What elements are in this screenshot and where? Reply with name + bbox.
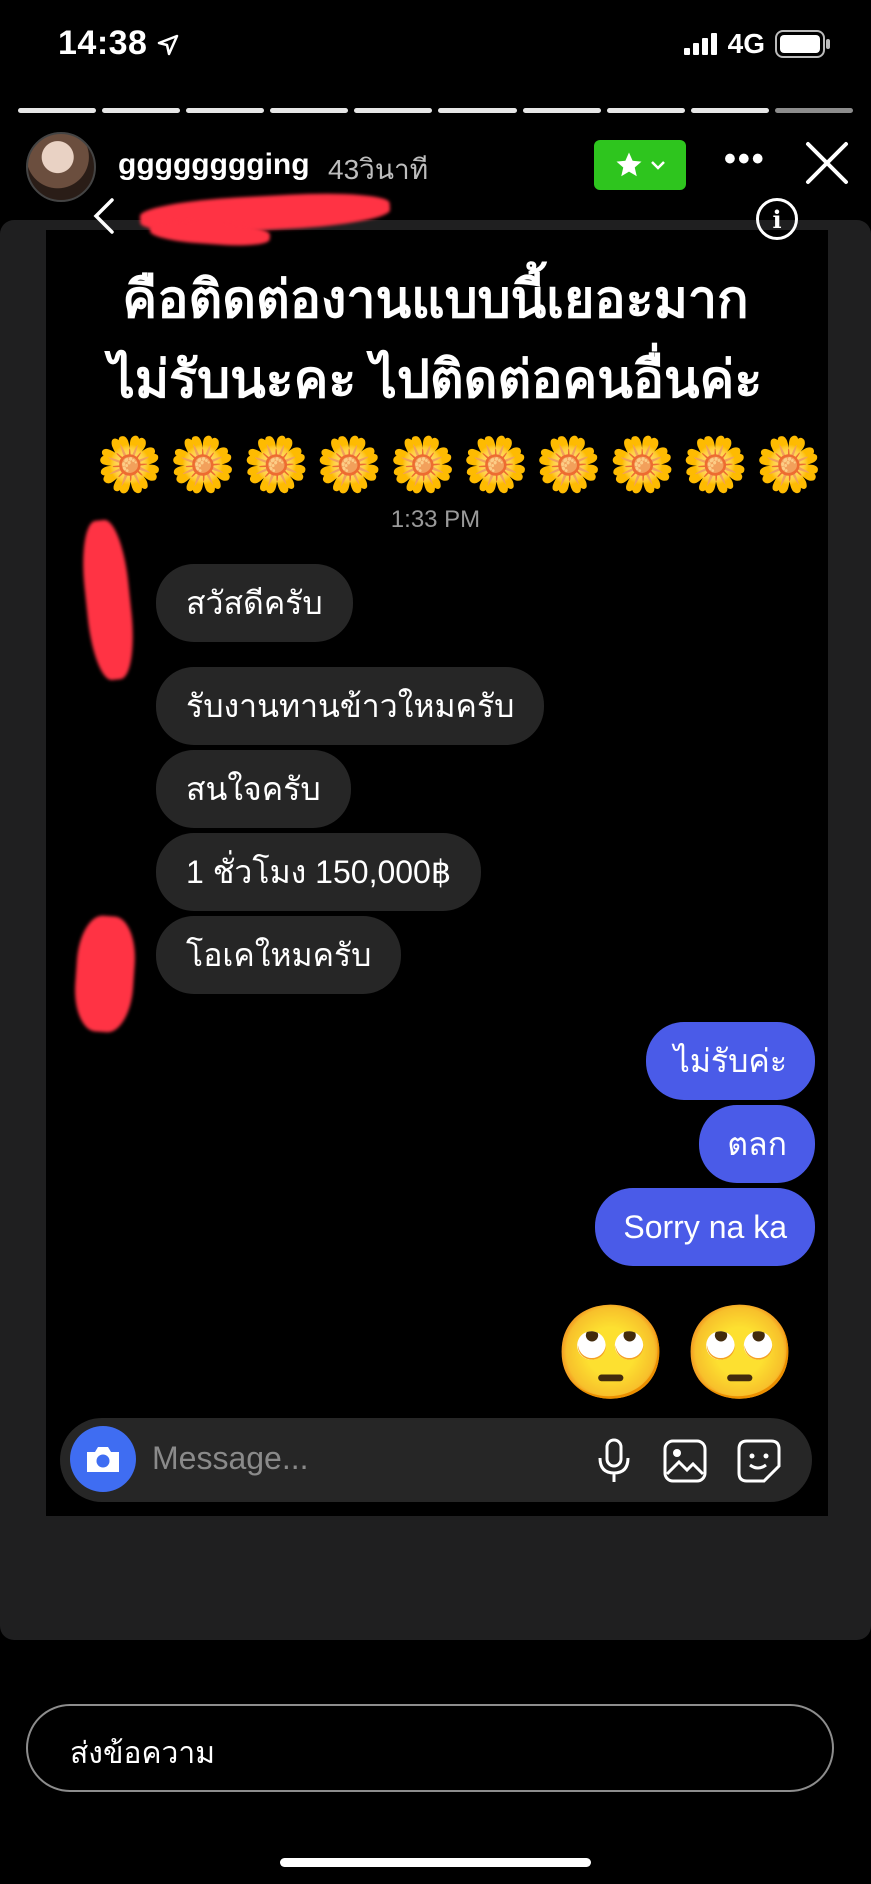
eye-roll-emojis: 🙄🙄	[553, 1302, 811, 1404]
more-options-icon[interactable]: •••	[724, 140, 766, 179]
incoming-message: สวัสดีครับ	[156, 564, 353, 642]
close-friends-badge[interactable]	[594, 140, 686, 190]
avatar[interactable]	[26, 132, 96, 202]
microphone-icon	[598, 1438, 630, 1482]
incoming-message: 1 ชั่วโมง 150,000฿	[156, 833, 482, 911]
star-icon	[616, 152, 642, 177]
reply-placeholder: ส่งข้อความ	[70, 1737, 216, 1770]
back-chevron-icon	[93, 198, 114, 234]
status-indicators: 4G	[683, 28, 831, 60]
sticker-icon	[737, 1439, 781, 1483]
username[interactable]: gggggggging	[118, 148, 310, 182]
incoming-message: โอเคใหมครับ	[156, 916, 402, 994]
outgoing-message: Sorry na ka	[595, 1188, 815, 1266]
outgoing-message: ไม่รับค่ะ	[645, 1022, 815, 1100]
location-arrow-icon	[158, 34, 179, 56]
message-input-placeholder: Message...	[152, 1440, 309, 1476]
chat-timestamp: 1:33 PM	[390, 506, 481, 533]
info-icon: i	[756, 198, 798, 240]
outgoing-message: ตลก	[699, 1105, 815, 1183]
story-progress-bar	[18, 108, 853, 113]
camera-icon	[87, 1447, 119, 1472]
chevron-down-icon	[651, 161, 665, 170]
camera-button	[70, 1426, 136, 1492]
signal-icon	[683, 33, 717, 55]
battery-icon	[775, 30, 830, 58]
gallery-icon	[663, 1439, 707, 1483]
close-icon[interactable]	[804, 140, 850, 186]
home-indicator[interactable]	[280, 1858, 591, 1867]
caption-line-2: ไม่รับนะคะ ไปติดต่อคนอื่นค่ะ	[108, 351, 763, 409]
incoming-message: สนใจครับ	[156, 750, 351, 828]
caption-line-1: คือติดต่องานแบบนี้เยอะมาก	[122, 271, 749, 329]
story-caption: คือติดต่องานแบบนี้เยอะมาก ไม่รับนะคะ ไปต…	[40, 260, 831, 420]
status-time: 14:38	[58, 24, 179, 63]
flower-emoji-row: 🌼🌼🌼🌼🌼🌼🌼🌼🌼🌼	[96, 435, 829, 495]
network-type: 4G	[727, 28, 765, 59]
time-ago: 43วินาที	[328, 154, 429, 185]
incoming-message: รับงานทานข้าวใหมครับ	[156, 667, 545, 745]
